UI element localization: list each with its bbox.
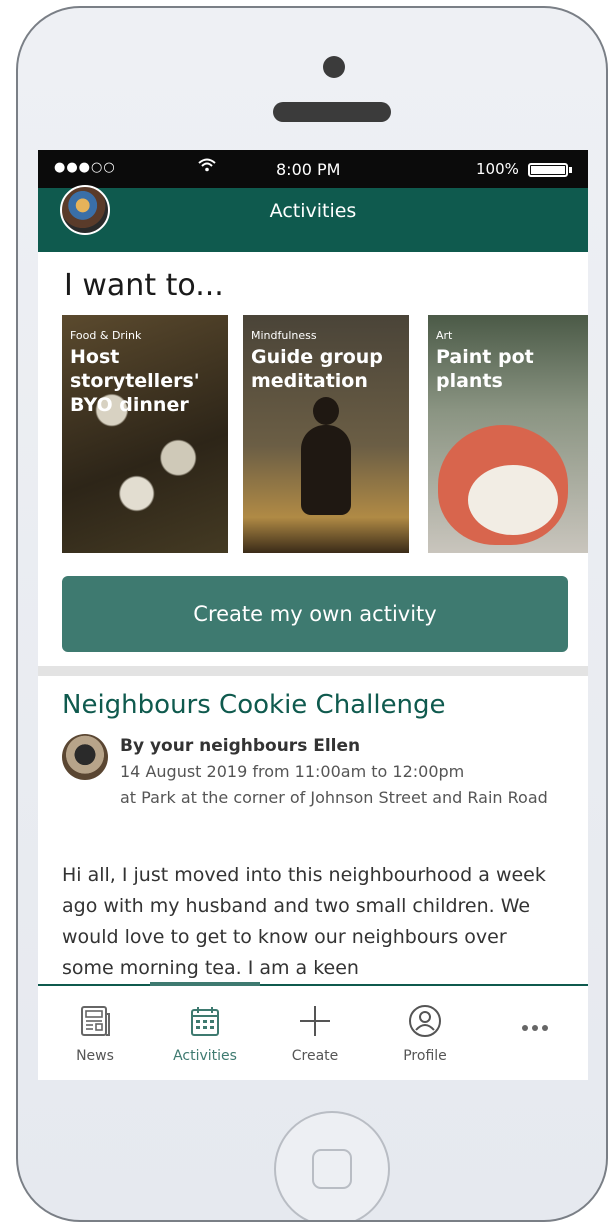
card-title: Host storytellers' BYO dinner — [70, 346, 200, 416]
plus-icon — [300, 1006, 330, 1036]
card-title: Guide group meditation — [251, 346, 383, 392]
active-tab-indicator — [150, 982, 260, 986]
page-title: Activities — [269, 200, 357, 222]
app-screen: ●●●○○ 8:00 PM 100% Activities I want to.… — [38, 150, 588, 1080]
activity-card-art[interactable]: Art Paint pot plants — [428, 315, 588, 553]
battery-icon — [528, 163, 568, 177]
create-activity-button[interactable]: Create my own activity — [62, 576, 568, 652]
tab-label: News — [76, 1048, 114, 1064]
tab-profile[interactable]: Profile — [380, 1004, 470, 1064]
card-category: Art — [436, 329, 453, 342]
tab-label: Profile — [403, 1048, 447, 1064]
section-divider — [38, 666, 588, 676]
card-category: Mindfulness — [251, 329, 317, 342]
status-time: 8:00 PM — [276, 160, 341, 179]
author-avatar[interactable] — [62, 734, 108, 780]
fox-face-image — [468, 465, 558, 535]
status-bar: ●●●○○ 8:00 PM 100% — [38, 150, 588, 188]
event-date: 14 August 2019 from 11:00am to 12:00pm — [120, 762, 465, 781]
camera-icon — [323, 56, 345, 78]
card-title: Paint pot plants — [436, 346, 534, 392]
tab-activities[interactable]: Activities — [160, 1004, 250, 1064]
meditation-figure — [301, 425, 351, 515]
home-button[interactable] — [274, 1111, 390, 1220]
battery-percent: 100% — [476, 160, 519, 178]
speaker-grille — [273, 102, 391, 122]
section-heading: I want to... — [64, 268, 224, 303]
event-location: at Park at the corner of Johnson Street … — [120, 788, 548, 807]
tab-news[interactable]: News — [50, 1004, 140, 1064]
home-square-icon — [312, 1149, 352, 1189]
tab-label: Activities — [173, 1048, 237, 1064]
calendar-icon — [191, 1007, 219, 1036]
card-category: Food & Drink — [70, 329, 142, 342]
event-author: By your neighbours Ellen — [120, 736, 361, 756]
tab-more[interactable] — [490, 1004, 580, 1048]
newspaper-icon — [81, 1006, 110, 1036]
profile-icon — [409, 1005, 441, 1037]
tab-label: Create — [291, 1048, 339, 1064]
event-description: Hi all, I just moved into this neighbour… — [62, 864, 546, 979]
signal-strength: ●●●○○ — [54, 160, 116, 175]
bottom-tab-bar: News Activities Create Profile — [38, 982, 588, 1080]
event-title[interactable]: Neighbours Cookie Challenge — [62, 690, 446, 720]
wifi-icon — [198, 157, 216, 176]
battery-tip — [569, 167, 572, 173]
meditation-figure-head — [313, 397, 339, 425]
activity-card-mindfulness[interactable]: Mindfulness Guide group meditation — [243, 315, 409, 553]
app-header: Activities — [38, 185, 588, 252]
activity-card-food[interactable]: Food & Drink Host storytellers' BYO dinn… — [62, 315, 228, 553]
tab-create[interactable]: Create — [270, 1004, 360, 1064]
more-icon — [522, 1025, 548, 1031]
